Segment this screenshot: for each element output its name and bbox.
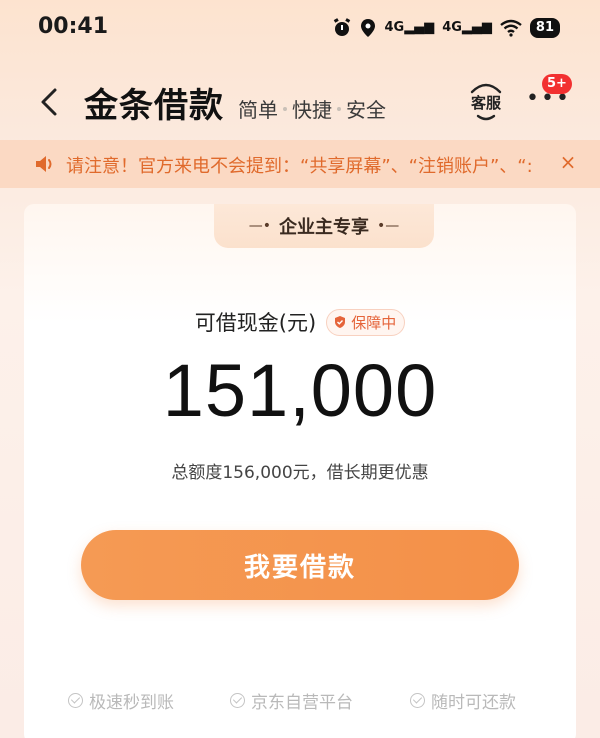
arrow-right-icon: —• <box>248 218 271 234</box>
subtitle-dot <box>283 106 287 111</box>
cash-label-row: 可借现金(元) 保障中 <box>24 306 576 338</box>
arrow-left-icon: •— <box>377 218 400 234</box>
notice-text: 请注意！官方来电不会提到：“共享屏幕”、“注销账户”、“: <box>66 156 533 177</box>
more-button[interactable]: ••• 5+ <box>524 74 572 114</box>
borrow-button[interactable]: 我要借款 <box>81 530 519 600</box>
check-circle-icon <box>68 693 83 708</box>
feature-item: 随时可还款 <box>410 688 516 713</box>
limit-note: 总额度156,000元，借长期更优惠 <box>171 463 429 483</box>
subtitle-safe: 安全 <box>346 98 386 122</box>
subtitle-fast: 快捷 <box>292 98 332 122</box>
speaker-icon <box>36 156 52 172</box>
signal-icon: 4G▂▄▆ <box>442 20 492 35</box>
check-circle-icon <box>410 693 425 708</box>
more-icon: ••• <box>526 86 571 111</box>
cash-label: 可借现金(元) <box>194 311 317 335</box>
close-icon[interactable]: × <box>556 150 580 174</box>
enterprise-tag: —• 企业主专享 •— <box>214 204 434 248</box>
signal-icon: 4G▂▄▆ <box>384 20 435 35</box>
customer-service-label: 客服 <box>470 94 501 112</box>
wifi-icon <box>500 19 522 37</box>
feature-item: 京东自营平台 <box>230 688 353 713</box>
shield-icon <box>335 316 346 328</box>
network-label: 4G <box>442 20 462 35</box>
available-amount: 151,000 <box>162 349 438 432</box>
notice-banner: 请注意！官方来电不会提到：“共享屏幕”、“注销账户”、“: × <box>0 140 600 188</box>
back-button[interactable] <box>38 82 60 122</box>
status-bar: 00:41 4G▂▄▆ 4G▂▄▆ 81 <box>0 0 600 60</box>
chevron-left-icon <box>41 88 57 116</box>
nav-header: 金条借款 简单 快捷 安全 客服 ••• 5+ <box>0 70 600 140</box>
alarm-icon <box>334 18 351 36</box>
guard-badge-label: 保障中 <box>351 313 397 332</box>
feature-item: 极速秒到账 <box>68 688 174 713</box>
feature-list: 极速秒到账 京东自营平台 随时可还款 <box>24 688 576 718</box>
subtitle-dot <box>337 106 341 111</box>
enterprise-tag-text: 企业主专享 <box>279 217 369 238</box>
check-circle-icon <box>230 693 245 708</box>
network-label: 4G <box>384 20 405 35</box>
feature-jd-platform: 京东自营平台 <box>251 693 353 713</box>
customer-service-button[interactable]: 客服 <box>466 76 506 126</box>
page-subtitle: 简单 快捷 安全 <box>238 94 386 123</box>
page-title: 金条借款 <box>84 86 224 126</box>
location-icon <box>361 19 376 37</box>
status-time: 00:41 <box>38 14 109 39</box>
feature-fast-arrival: 极速秒到账 <box>89 693 174 713</box>
notification-badge: 5+ <box>542 74 572 94</box>
battery-icon: 81 <box>529 18 560 38</box>
guard-badge[interactable]: 保障中 <box>326 308 406 336</box>
subtitle-simple: 简单 <box>238 98 278 122</box>
feature-anytime-repay: 随时可还款 <box>431 693 516 713</box>
status-icons: 4G▂▄▆ 4G▂▄▆ 81 <box>332 18 560 38</box>
loan-card: —• 企业主专享 •— 可借现金(元) 保障中 151,000 总额度156,0… <box>24 204 576 738</box>
